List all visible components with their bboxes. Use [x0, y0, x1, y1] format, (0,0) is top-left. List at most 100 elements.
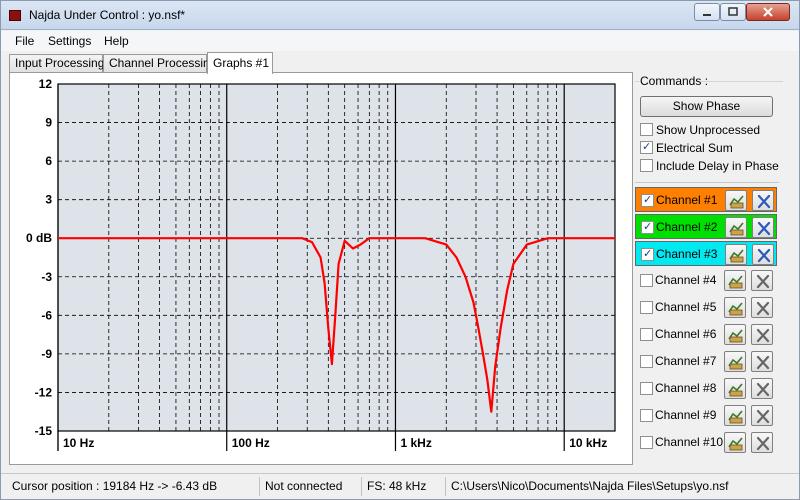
- remove-x-icon: [756, 328, 770, 343]
- channel-checkbox[interactable]: [640, 301, 653, 314]
- channel-checkbox[interactable]: [640, 274, 653, 287]
- channel-checkbox[interactable]: [640, 382, 653, 395]
- edit-filter-icon: [728, 410, 743, 424]
- option-label: Show Unprocessed: [656, 123, 761, 137]
- channel-remove-button[interactable]: [752, 217, 774, 238]
- y-tick-label: 6: [45, 154, 52, 168]
- title-bar[interactable]: Najda Under Control : yo.nsf*: [1, 1, 799, 30]
- maximize-button[interactable]: [720, 3, 746, 21]
- channel-checkbox[interactable]: [641, 247, 654, 261]
- edit-filter-icon: [729, 222, 744, 236]
- channel-checkbox[interactable]: [641, 193, 654, 207]
- channel-edit-button[interactable]: [724, 378, 746, 399]
- option-show-unprocessed[interactable]: Show Unprocessed: [640, 123, 760, 139]
- tab-input-processing[interactable]: Input Processing: [9, 54, 104, 73]
- channel-edit-button[interactable]: [724, 405, 746, 426]
- channel-row-4: Channel #4: [635, 268, 777, 293]
- channel-label: Channel #4: [655, 273, 717, 287]
- channel-remove-button[interactable]: [751, 297, 773, 318]
- channel-row-7: Channel #7: [635, 349, 777, 374]
- remove-x-icon: [757, 248, 771, 263]
- channel-remove-button[interactable]: [752, 190, 774, 211]
- channel-label: Channel #9: [655, 408, 717, 422]
- y-tick-label: 0 dB: [26, 231, 52, 245]
- channel-remove-button[interactable]: [751, 351, 773, 372]
- app-window: Najda Under Control : yo.nsf* File Setti…: [0, 0, 800, 500]
- status-cursor: Cursor position : 19184 Hz -> -6.43 dB: [12, 479, 218, 493]
- app-icon: [9, 10, 21, 21]
- y-tick-label: -12: [35, 385, 53, 399]
- channel-checkbox[interactable]: [640, 355, 653, 368]
- include-delay-checkbox[interactable]: [640, 159, 653, 172]
- close-icon: [763, 7, 773, 17]
- status-divider: [361, 477, 362, 496]
- x-tick-label: 1 kHz: [400, 436, 431, 450]
- option-label: Electrical Sum: [656, 141, 733, 155]
- channel-edit-button[interactable]: [724, 432, 746, 453]
- y-tick-label: -15: [35, 424, 53, 438]
- channel-remove-button[interactable]: [751, 432, 773, 453]
- channel-row-8: Channel #8: [635, 376, 777, 401]
- tab-graphs-1[interactable]: Graphs #1: [207, 52, 273, 74]
- menu-help[interactable]: Help: [104, 34, 129, 48]
- option-electrical-sum[interactable]: Electrical Sum: [640, 140, 733, 157]
- option-label: Include Delay in Phase: [656, 159, 779, 173]
- status-file-path: C:\Users\Nico\Documents\Najda Files\Setu…: [451, 479, 729, 493]
- status-divider: [445, 477, 446, 496]
- channel-remove-button[interactable]: [751, 378, 773, 399]
- remove-x-icon: [756, 409, 770, 424]
- channel-label: Channel #5: [655, 300, 717, 314]
- minimize-button[interactable]: [694, 3, 720, 21]
- channel-remove-button[interactable]: [751, 405, 773, 426]
- edit-filter-icon: [729, 195, 744, 209]
- frequency-response-graph[interactable]: 12 9 6 3 0 dB -3 -6 -9 -12 -15 10 Hz 100 Hz 1 kHz 10 …: [10, 73, 632, 464]
- y-tick-label: -9: [41, 347, 52, 361]
- channel-remove-button[interactable]: [752, 244, 774, 265]
- channel-checkbox[interactable]: [640, 436, 653, 449]
- group-border-right: [701, 81, 783, 82]
- channel-remove-button[interactable]: [751, 270, 773, 291]
- show-unprocessed-checkbox[interactable]: [640, 123, 653, 136]
- x-tick-label: 10 Hz: [63, 436, 94, 450]
- channel-label: Channel #1: [656, 193, 718, 207]
- channel-label: Channel #7: [655, 354, 717, 368]
- show-phase-button[interactable]: Show Phase: [640, 96, 773, 117]
- channel-remove-button[interactable]: [751, 324, 773, 345]
- channel-edit-button[interactable]: [725, 244, 747, 265]
- channel-checkbox[interactable]: [640, 328, 653, 341]
- remove-x-icon: [756, 301, 770, 316]
- channel-edit-button[interactable]: [724, 324, 746, 345]
- edit-filter-icon: [728, 329, 743, 343]
- y-tick-label: 9: [45, 116, 52, 130]
- channel-edit-button[interactable]: [724, 297, 746, 318]
- channel-row-3: Channel #3: [635, 241, 777, 266]
- tab-channel-processing[interactable]: Channel Processing: [103, 54, 216, 73]
- menu-bar: File Settings Help: [1, 31, 799, 51]
- y-tick-label: 3: [45, 193, 52, 207]
- plot-area: [58, 84, 615, 431]
- x-tick-label: 100 Hz: [232, 436, 270, 450]
- channel-row-9: Channel #9: [635, 403, 777, 428]
- remove-x-icon: [756, 382, 770, 397]
- channel-label: Channel #3: [656, 247, 718, 261]
- channel-checkbox[interactable]: [641, 220, 654, 234]
- edit-filter-icon: [728, 437, 743, 451]
- channel-edit-button[interactable]: [724, 351, 746, 372]
- close-button[interactable]: [746, 3, 790, 21]
- menu-file[interactable]: File: [15, 34, 34, 48]
- y-tick-label: -6: [41, 308, 52, 322]
- channel-label: Channel #6: [655, 327, 717, 341]
- channel-edit-button[interactable]: [724, 270, 746, 291]
- channel-checkbox[interactable]: [640, 409, 653, 422]
- channel-edit-button[interactable]: [725, 190, 747, 211]
- channel-edit-button[interactable]: [725, 217, 747, 238]
- edit-filter-icon: [728, 356, 743, 370]
- x-tick-label: 10 kHz: [569, 436, 607, 450]
- electrical-sum-checkbox[interactable]: [640, 140, 653, 154]
- menu-settings[interactable]: Settings: [48, 34, 91, 48]
- option-include-delay[interactable]: Include Delay in Phase: [640, 159, 779, 175]
- minimize-icon: [703, 14, 711, 16]
- commands-panel: Commands : Show Phase Show Unprocessed E…: [635, 72, 787, 467]
- maximize-icon: [728, 7, 738, 16]
- y-tick-label: -3: [41, 270, 52, 284]
